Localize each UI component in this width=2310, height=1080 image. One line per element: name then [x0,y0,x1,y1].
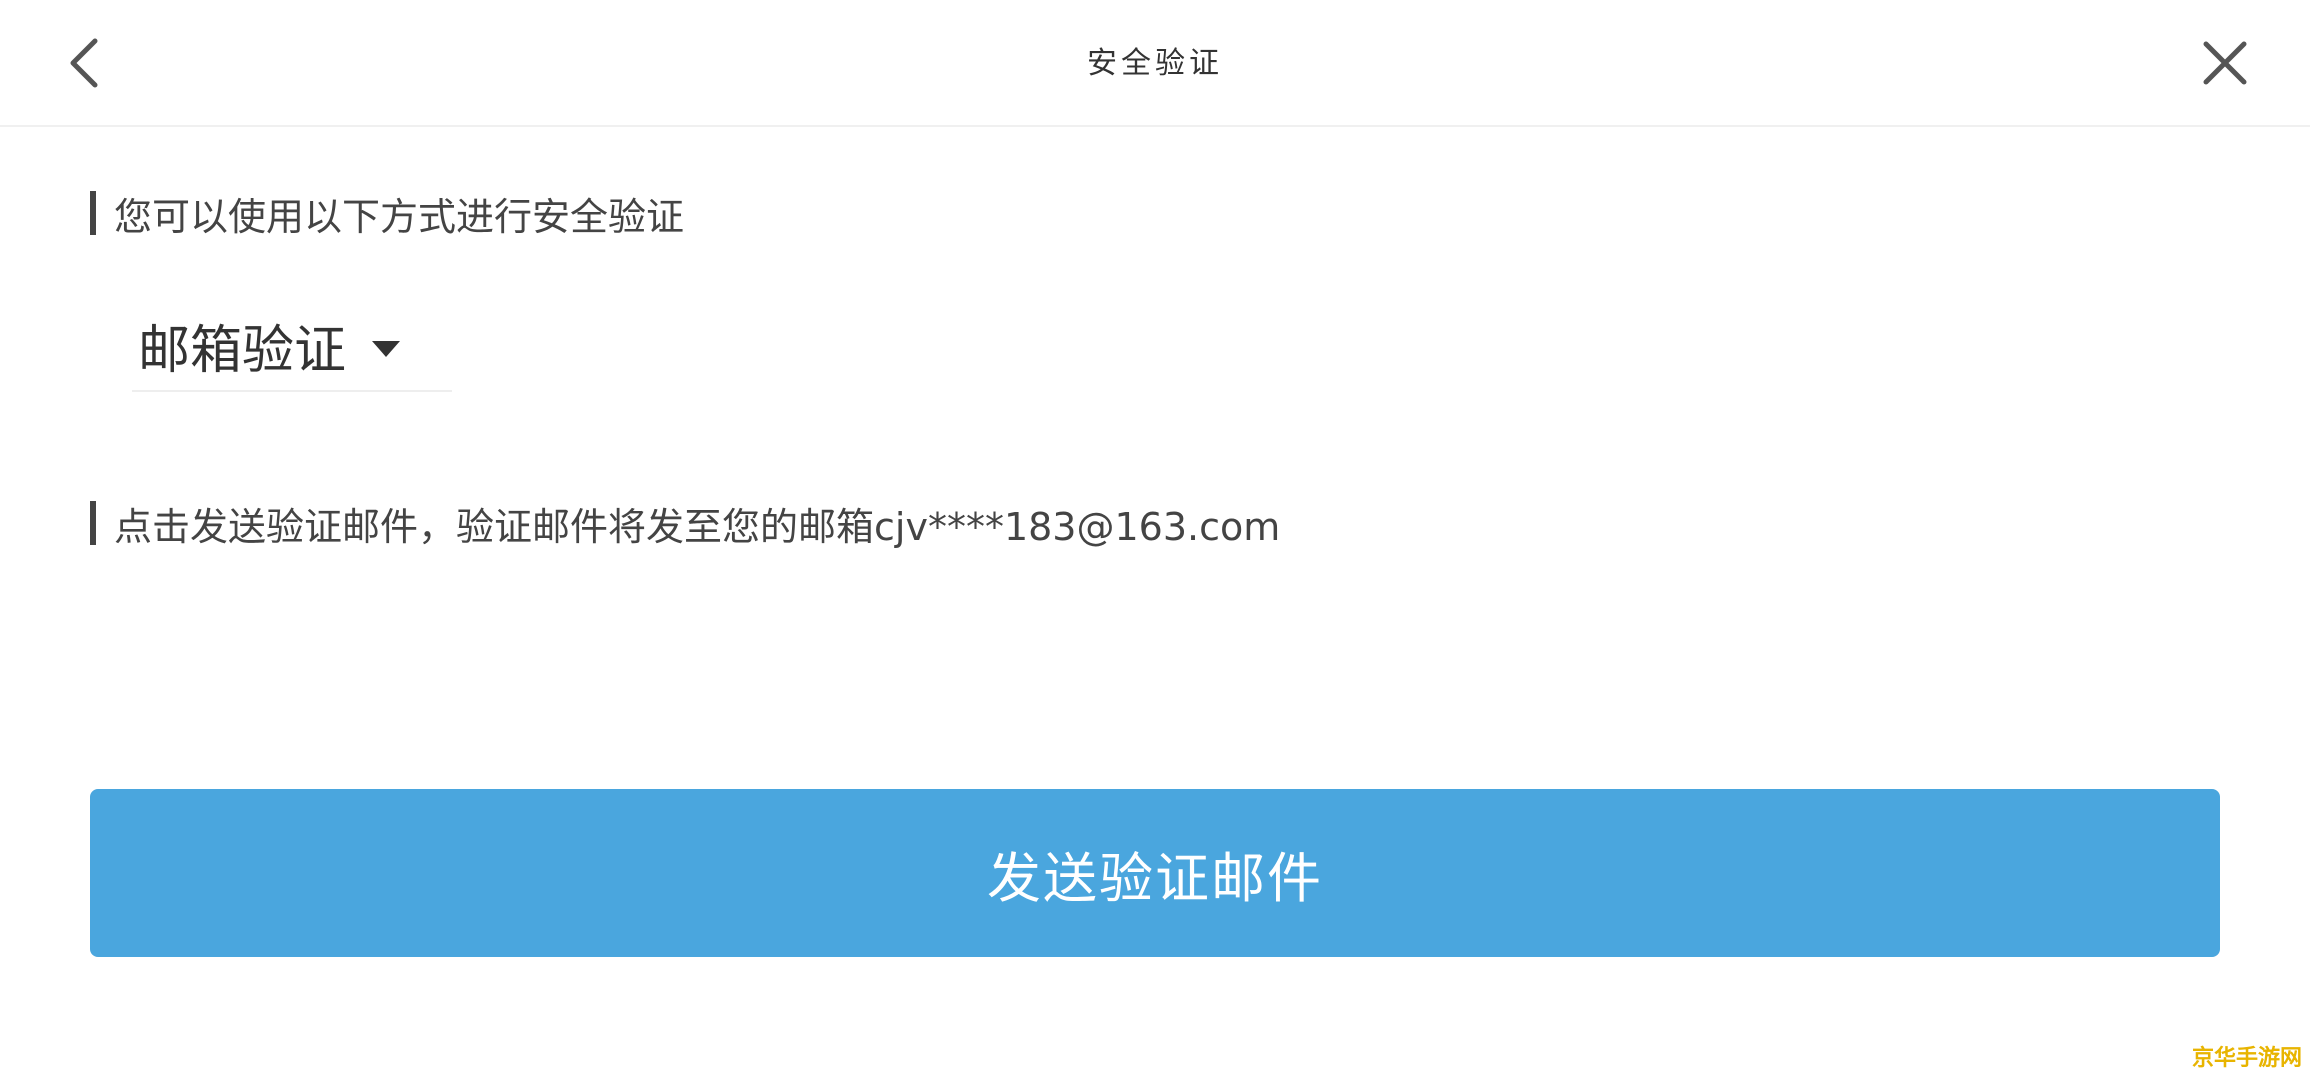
security-verification-page: 安全验证 您可以使用以下方式进行安全验证 邮箱验证 点击发送验证邮件，验证邮件将… [0,0,2310,1080]
watermark: 京华手游网 [2191,1046,2302,1071]
section-bar [90,191,96,235]
send-verification-email-button[interactable]: 发送验证邮件 [90,789,2220,957]
email-section-header: 点击发送验证邮件，验证邮件将发至您的邮箱cjv****183@163.com [90,501,1280,549]
close-icon [2203,41,2247,85]
verification-method-dropdown[interactable]: 邮箱验证 [132,300,452,392]
methods-section-label: 您可以使用以下方式进行安全验证 [114,194,685,239]
section-bar [90,501,96,545]
top-bar: 安全验证 [0,0,2310,127]
selected-method-label: 邮箱验证 [138,320,347,381]
caret-down-icon [372,341,401,357]
page-title: 安全验证 [1087,46,1223,81]
close-button[interactable] [2190,28,2260,98]
email-section-label: 点击发送验证邮件，验证邮件将发至您的邮箱cjv****183@163.com [114,504,1281,549]
methods-section-header: 您可以使用以下方式进行安全验证 [90,191,684,239]
